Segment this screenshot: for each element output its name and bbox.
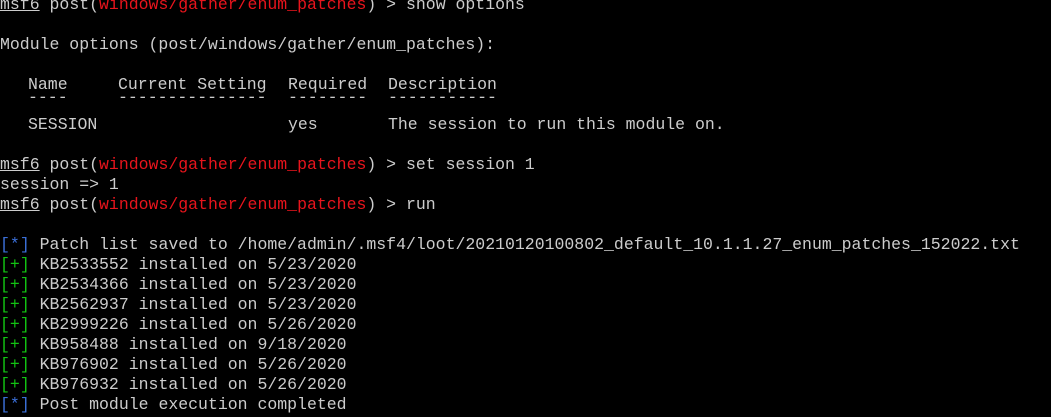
cell-name: SESSION: [28, 115, 98, 134]
underline-required: --------: [288, 88, 368, 107]
success-marker-icon: [+]: [0, 355, 30, 374]
output-text: Post module execution completed: [29, 395, 347, 414]
success-marker-icon: [+]: [0, 375, 30, 394]
output-line: [+] KB2534366 installed on 5/23/2020: [0, 275, 356, 295]
prompt-line-show: msf6 post(windows/gather/enum_patches) >…: [0, 0, 525, 15]
prompt-module: windows/gather/enum_patches: [99, 195, 367, 214]
underline-name: ----: [28, 88, 68, 107]
output-line: [+] KB958488 installed on 9/18/2020: [0, 335, 347, 355]
prompt-name: msf6: [0, 195, 40, 214]
output-text: KB2562937 installed on 5/23/2020: [29, 295, 357, 314]
output-text: KB2999226 installed on 5/26/2020: [29, 315, 357, 334]
prompt-suffix: ) >: [366, 155, 406, 174]
cell-description: The session to run this module on.: [388, 115, 725, 134]
output-text: KB2534366 installed on 5/23/2020: [29, 275, 357, 294]
module-options-header: Module options (post/windows/gather/enum…: [0, 35, 496, 54]
success-marker-icon: [+]: [0, 255, 30, 274]
prompt-line-set: msf6 post(windows/gather/enum_patches) >…: [0, 155, 535, 175]
prompt-prefix: post(: [39, 0, 100, 14]
success-marker-icon: [+]: [0, 295, 30, 314]
options-table-underline: ---- --------------- -------- ----------…: [0, 88, 1051, 107]
underline-description: -----------: [388, 88, 497, 107]
prompt-suffix: ) >: [366, 195, 406, 214]
prompt-prefix: post(: [39, 195, 100, 214]
output-text: Patch list saved to /home/admin/.msf4/lo…: [29, 235, 1020, 254]
prompt-prefix: post(: [39, 155, 100, 174]
table-row: SESSION yes The session to run this modu…: [0, 115, 1051, 135]
terminal-window[interactable]: msf6 post(windows/gather/enum_patches) >…: [0, 0, 1051, 417]
prompt-name: msf6: [0, 155, 40, 174]
output-line: [+] KB2999226 installed on 5/26/2020: [0, 315, 356, 335]
command-text: show options: [405, 0, 525, 14]
prompt-module: windows/gather/enum_patches: [99, 155, 367, 174]
info-marker-icon: [*]: [0, 235, 30, 254]
command-text: run: [405, 195, 436, 214]
output-line: [+] KB2533552 installed on 5/23/2020: [0, 255, 356, 275]
output-line: [*] Post module execution completed: [0, 395, 347, 415]
prompt-suffix: ) >: [366, 0, 406, 14]
output-text: KB976932 installed on 5/26/2020: [29, 375, 347, 394]
output-text: KB976902 installed on 5/26/2020: [29, 355, 347, 374]
success-marker-icon: [+]: [0, 275, 30, 294]
output-line: [+] KB2562937 installed on 5/23/2020: [0, 295, 356, 315]
output-text: KB2533552 installed on 5/23/2020: [29, 255, 357, 274]
output-text: KB958488 installed on 9/18/2020: [29, 335, 347, 354]
output-line: [+] KB976902 installed on 5/26/2020: [0, 355, 347, 375]
command-text: set session 1: [405, 155, 535, 174]
success-marker-icon: [+]: [0, 315, 30, 334]
prompt-module: windows/gather/enum_patches: [99, 0, 367, 14]
output-line: [*] Patch list saved to /home/admin/.msf…: [0, 235, 1020, 255]
set-output: session => 1: [0, 175, 119, 194]
cell-required: yes: [288, 115, 318, 134]
prompt-name: msf6: [0, 0, 40, 14]
output-line: [+] KB976932 installed on 5/26/2020: [0, 375, 347, 395]
info-marker-icon: [*]: [0, 395, 30, 414]
prompt-line-run: msf6 post(windows/gather/enum_patches) >…: [0, 195, 436, 215]
underline-current-setting: ---------------: [118, 88, 267, 107]
success-marker-icon: [+]: [0, 335, 30, 354]
